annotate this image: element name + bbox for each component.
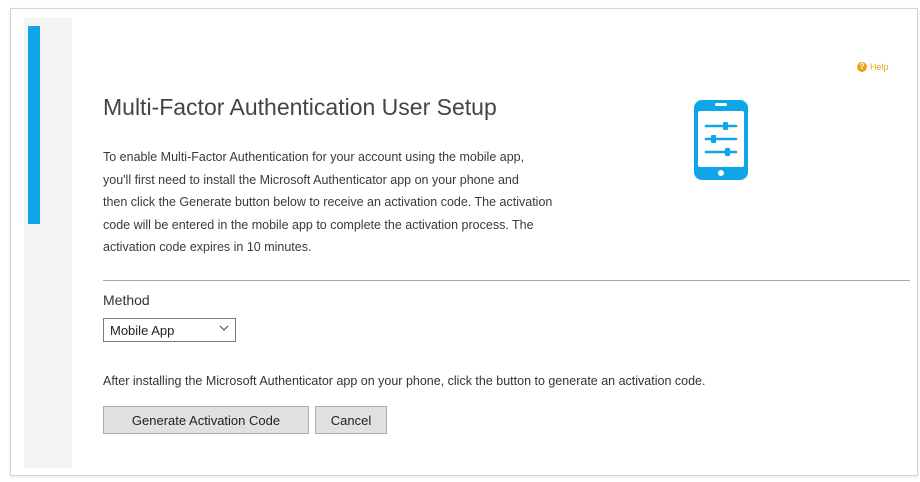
- help-link[interactable]: ? Help: [857, 62, 889, 72]
- page-title: Multi-Factor Authentication User Setup: [103, 94, 497, 120]
- section-divider: [103, 280, 910, 281]
- description-line: you'll first need to install the Microso…: [103, 172, 519, 187]
- method-selected-value: Mobile App: [110, 322, 175, 338]
- description-text: To enable Multi-Factor Authentication fo…: [103, 146, 651, 259]
- help-label: Help: [870, 62, 889, 72]
- mobile-phone-settings-icon: [693, 99, 749, 186]
- cancel-button[interactable]: Cancel: [315, 406, 387, 434]
- description-line: code will be entered in the mobile app t…: [103, 217, 534, 232]
- instruction-text: After installing the Microsoft Authentic…: [103, 374, 706, 388]
- method-label: Method: [103, 292, 150, 308]
- description-line: To enable Multi-Factor Authentication fo…: [103, 150, 525, 164]
- generate-activation-code-button[interactable]: Generate Activation Code: [103, 406, 309, 434]
- accent-bar: [28, 26, 40, 224]
- method-select[interactable]: Mobile App: [103, 318, 236, 342]
- chevron-down-icon: [219, 323, 229, 335]
- description-line: then click the Generate button below to …: [103, 195, 553, 209]
- help-circle-icon: ?: [857, 62, 867, 72]
- description-line: activation code expires in 10 minutes.: [103, 240, 312, 254]
